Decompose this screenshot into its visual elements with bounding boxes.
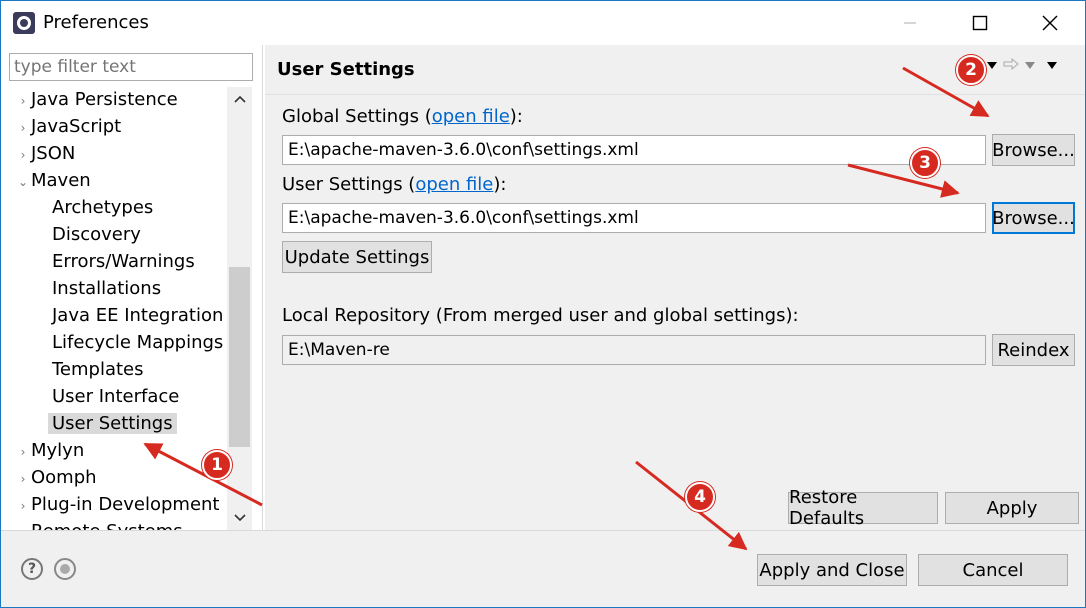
expand-icon[interactable]: › — [15, 115, 31, 141]
expand-icon[interactable]: › — [15, 142, 31, 168]
tree-item-user-settings[interactable]: User Settings — [48, 411, 177, 437]
tree-item-remote-systems[interactable]: ›Remote Systems — [15, 519, 183, 530]
expand-icon[interactable]: › — [15, 439, 31, 465]
dialog-footer: ? Apply and Close Cancel — [1, 530, 1085, 607]
maximize-icon — [972, 15, 988, 31]
collapse-icon[interactable]: ⌄ — [15, 169, 31, 195]
forward-dropdown-icon[interactable] — [1025, 58, 1035, 74]
tree-item-discovery[interactable]: Discovery — [52, 222, 141, 248]
preferences-window: Preferences ›Java Persistence ›JavaScrip… — [0, 0, 1086, 608]
tree-item-java-ee-integration[interactable]: Java EE Integration — [52, 303, 223, 329]
tree-item-installations[interactable]: Installations — [52, 276, 161, 302]
tree-item-oomph[interactable]: › Oomph — [15, 465, 97, 491]
tree-item-json[interactable]: › JSON — [15, 141, 76, 168]
tree-item-errors-warnings[interactable]: Errors/Warnings — [52, 249, 195, 275]
global-settings-label: Global Settings (open file): — [282, 106, 523, 127]
apply-and-close-button[interactable]: Apply and Close — [757, 554, 907, 586]
maximize-button[interactable] — [945, 1, 1015, 45]
tree-item-maven[interactable]: ⌄ Maven — [15, 168, 91, 194]
tree-item-plug-in-development[interactable]: › Plug-in Development — [15, 492, 220, 518]
user-settings-label: User Settings (open file): — [282, 174, 507, 195]
tree-item-lifecycle-mappings[interactable]: Lifecycle Mappings — [52, 330, 223, 356]
annotation-badge-4: 4 — [685, 482, 715, 512]
minimize-icon — [904, 22, 916, 24]
update-settings-button[interactable]: Update Settings — [282, 241, 432, 273]
window-title: Preferences — [43, 12, 149, 33]
cancel-button[interactable]: Cancel — [918, 554, 1068, 586]
local-repository-label: Local Repository (From merged user and g… — [282, 305, 799, 326]
global-settings-input[interactable] — [282, 135, 986, 165]
help-icon[interactable]: ? — [21, 558, 43, 580]
title-bar: Preferences — [1, 1, 1085, 45]
preference-tree: › Java Persistence › JavaScript › JSON ⌄ Mav… — [1, 87, 227, 530]
import-export-icon[interactable] — [54, 558, 76, 580]
scroll-down-button[interactable] — [227, 506, 252, 530]
page-navigation — [987, 55, 1057, 77]
page-title: User Settings — [277, 59, 415, 80]
expand-icon[interactable]: › — [15, 520, 31, 530]
filter-input[interactable] — [9, 53, 253, 81]
eclipse-app-icon — [13, 12, 35, 34]
scroll-thumb[interactable] — [229, 267, 250, 447]
tree-item-javascript[interactable]: › JavaScript — [15, 114, 122, 141]
user-browse-button[interactable]: Browse... — [992, 202, 1075, 234]
reindex-button[interactable]: Reindex — [992, 334, 1075, 366]
tree-item-archetypes[interactable]: Archetypes — [52, 195, 153, 221]
user-open-file-link[interactable]: open file — [415, 174, 493, 195]
global-open-file-link[interactable]: open file — [432, 106, 510, 127]
tree-item-mylyn[interactable]: › Mylyn — [15, 438, 85, 465]
forward-arrow-icon[interactable] — [1003, 57, 1019, 74]
expand-icon[interactable]: › — [15, 493, 31, 519]
annotation-badge-3: 3 — [910, 148, 940, 178]
tree-item-java-persistence[interactable]: › Java Persistence — [15, 87, 178, 113]
minimize-button[interactable] — [875, 1, 945, 45]
tree-item-templates[interactable]: Templates — [52, 357, 144, 383]
chevron-up-icon — [233, 95, 246, 103]
apply-button[interactable]: Apply — [945, 492, 1079, 524]
back-dropdown-icon[interactable] — [987, 58, 997, 74]
view-menu-icon[interactable] — [1047, 58, 1057, 74]
chevron-down-icon — [233, 514, 246, 522]
annotation-badge-1: 1 — [202, 450, 232, 480]
preference-page: User Settings Global Settings (open file… — [265, 45, 1085, 530]
close-button[interactable] — [1015, 1, 1085, 45]
restore-defaults-button[interactable]: Restore Defaults — [788, 487, 938, 529]
annotation-badge-2: 2 — [956, 55, 986, 85]
expand-icon[interactable]: › — [15, 88, 31, 114]
tree-item-user-interface[interactable]: User Interface — [52, 384, 179, 410]
local-repository-input — [282, 335, 986, 365]
global-browse-button[interactable]: Browse... — [992, 134, 1075, 166]
close-icon — [1042, 15, 1058, 31]
expand-icon[interactable]: › — [15, 466, 31, 492]
user-settings-input[interactable] — [282, 203, 986, 233]
scroll-up-button[interactable] — [227, 87, 252, 111]
